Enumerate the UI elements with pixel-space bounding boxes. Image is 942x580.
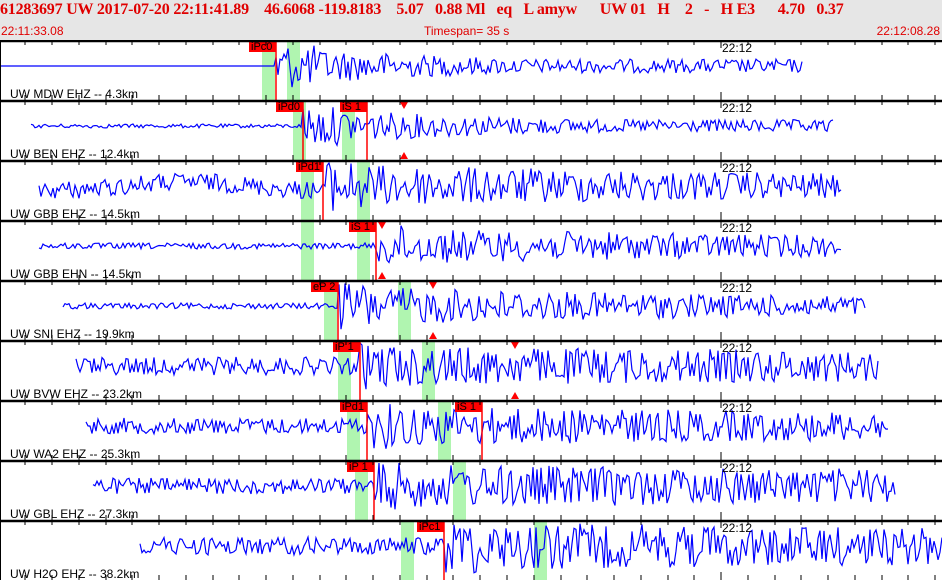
trace-background [0,100,942,160]
station-label: UW GBL EHZ -- 27.3km [10,507,138,521]
pick-label: iS 1 [351,221,370,233]
pick-window [287,42,300,100]
trace-h2o-ehz[interactable]: iPc1UW H2O EHZ -- 38.2km22:12 [0,519,942,580]
end-time: 22:12:08.28 [876,24,940,38]
pick-label: iPd1 [298,161,320,173]
seismogram-panel[interactable]: iPc0UW MDW EHZ -- 4.3km22:12iPd0 iS 1UW B… [0,40,942,580]
trace-mdw-ehz[interactable]: iPc0UW MDW EHZ -- 4.3km22:12 [0,40,942,101]
station-label: UW GBB EHZ -- 14.5km [10,207,140,221]
pick-window [301,222,314,280]
pick-label: eP 2 [313,281,335,293]
timespan: Timespan= 35 s [424,24,510,38]
pick-label: iPc0 [251,41,272,53]
pick-window [453,462,466,520]
trace-gbl-ehz[interactable]: iP 1UW GBL EHZ -- 27.3km22:12 [0,459,942,521]
pick-label: iPd1 [342,401,364,413]
station-label: UW WA2 EHZ -- 25.3km [10,447,140,461]
trace-bvw-ehz[interactable]: iP 1UW BVW EHZ -- 23.2km22:12 [0,339,942,401]
trace-gbb-ehz[interactable]: iPd1UW GBB EHZ -- 14.5km22:12 [0,159,942,221]
pick-label: iPc1 [419,521,440,533]
pick-label: iPd0 [278,101,300,113]
trace-ben-ehz[interactable]: iPd0 iS 1UW BEN EHZ -- 12.4km22:12 [0,99,942,161]
pick-label: iP 1 [335,341,354,353]
pick-label: iS 1 [342,101,361,113]
station-label: UW MDW EHZ -- 4.3km [10,87,138,101]
pick-window [398,282,411,340]
pick-label: iS 1 [457,401,476,413]
start-time: 22:11:33.08 [1,24,64,38]
station-label: UW SNI EHZ -- 19.9km [10,327,135,341]
trace-gbb-ehn[interactable]: iS 1UW GBB EHN -- 14.5km22:12 [0,219,942,281]
station-label: UW BEN EHZ -- 12.4km [10,147,139,161]
trace-sni-ehz[interactable]: eP 2UW SNI EHZ -- 19.9km22:12 [0,279,942,341]
station-label: UW GBB EHN -- 14.5km [10,267,141,281]
trace-wa2-ehz[interactable]: iPd1 iS 1UW WA2 EHZ -- 25.3km22:12 [0,399,942,461]
station-label: UW H2O EHZ -- 38.2km [10,567,139,580]
station-label: UW BVW EHZ -- 23.2km [10,387,142,401]
pick-label: iP 1 [349,461,368,473]
event-summary: 61283697 UW 2017-07-20 22:11:41.89 46.60… [0,1,844,18]
